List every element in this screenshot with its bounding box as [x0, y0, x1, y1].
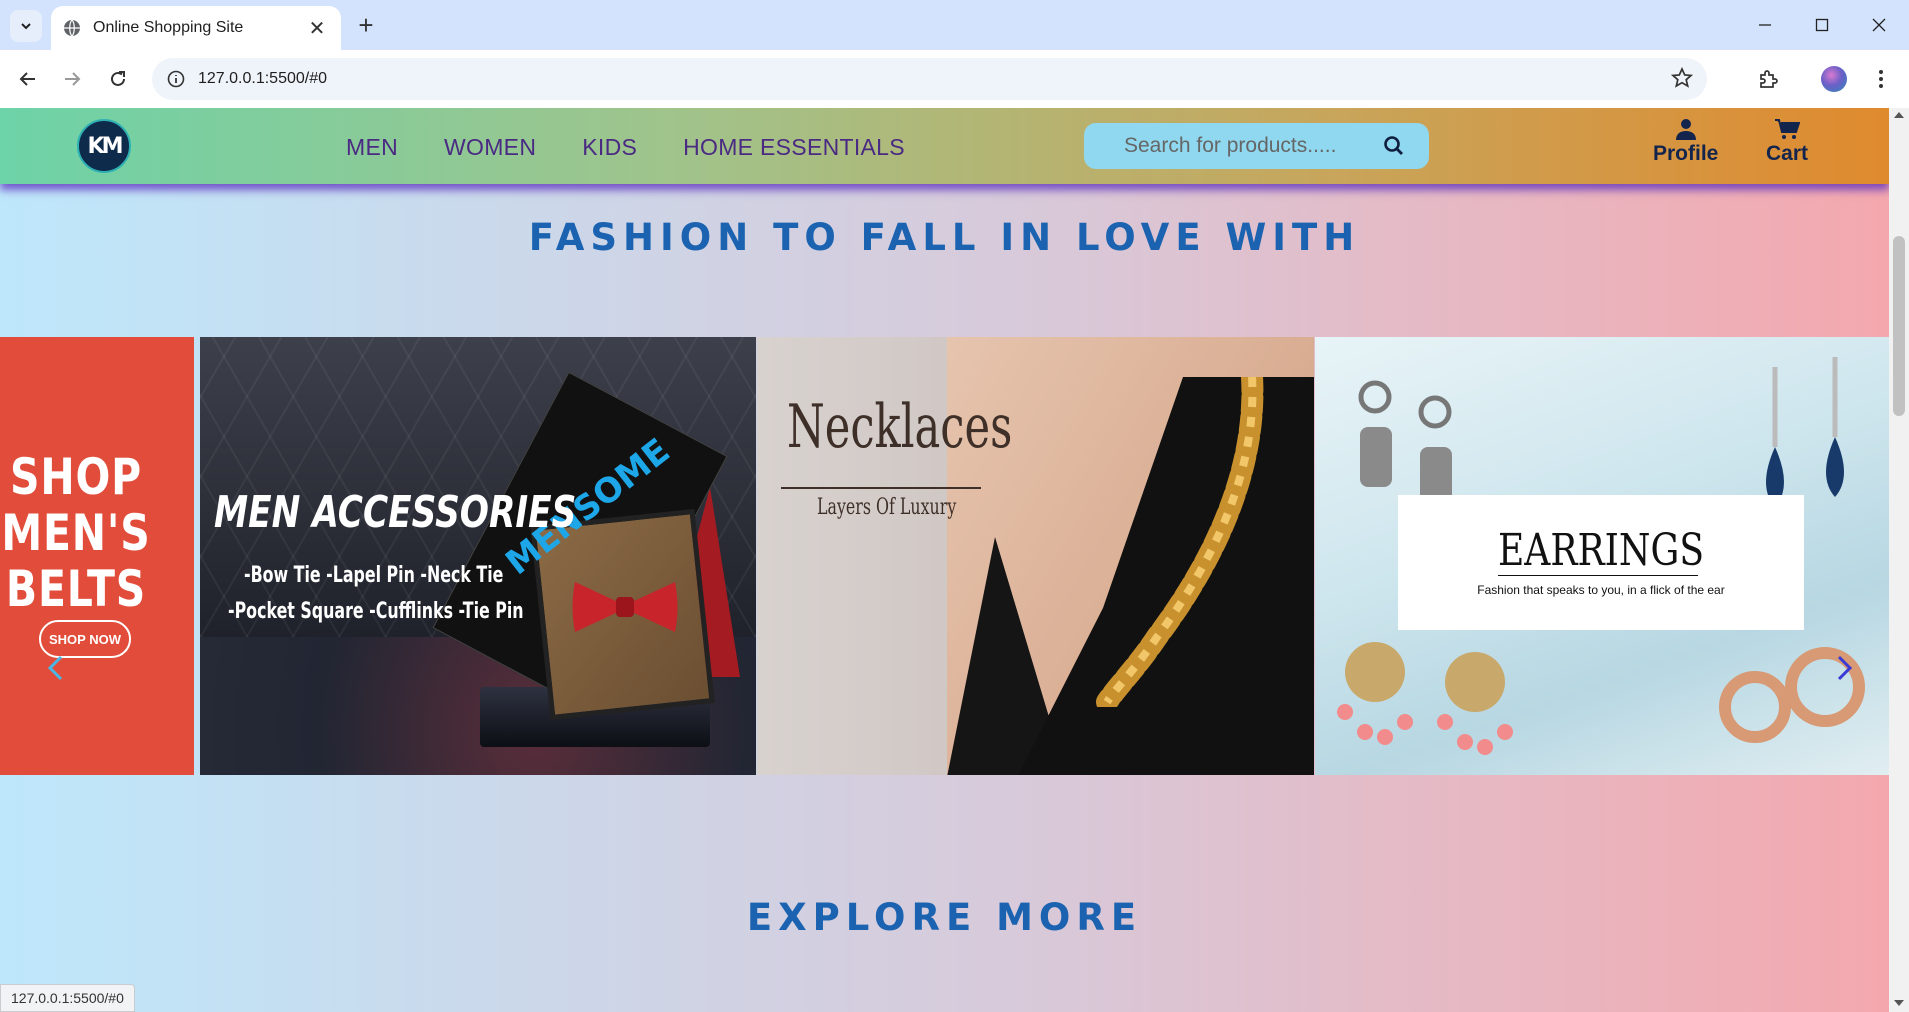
browser-tab-strip: Online Shopping Site ✕ + — [0, 0, 1909, 50]
status-bar: 127.0.0.1:5500/#0 — [0, 984, 135, 1012]
page-viewport: KM MEN WOMEN KIDS HOME ESSENTIALS Profil… — [0, 108, 1889, 1012]
search-input[interactable] — [1124, 134, 1374, 158]
chevron-down-icon — [21, 23, 31, 30]
earrings-card: EARRINGS Fashion that speaks to you, in … — [1398, 495, 1804, 630]
maximize-icon — [1815, 18, 1829, 32]
new-tab-button[interactable]: + — [352, 12, 380, 40]
address-bar[interactable]: 127.0.0.1:5500/#0 — [152, 58, 1707, 100]
browser-menu-button[interactable] — [1865, 63, 1897, 95]
slide-men-accessories[interactable]: MENSOME MEN ACCESSORIES -Bow Tie -Lapel … — [200, 337, 756, 775]
arrow-right-icon — [65, 72, 81, 86]
search-icon[interactable] — [1383, 135, 1405, 157]
bow-tie-icon — [572, 582, 678, 632]
profile-avatar-button[interactable] — [1818, 63, 1850, 95]
nav-link-kids[interactable]: KIDS — [582, 134, 637, 161]
forward-button[interactable] — [56, 63, 88, 95]
slide-mens-belts[interactable]: SHOP MEN'S BELTS SHOP NOW — [0, 337, 194, 775]
scroll-down-arrow-icon[interactable] — [1894, 1000, 1904, 1006]
avatar — [1821, 66, 1847, 92]
maximize-button[interactable] — [1802, 10, 1842, 40]
site-logo[interactable]: KM — [77, 119, 131, 173]
belts-headline: SHOP MEN'S BELTS — [0, 449, 158, 617]
scroll-up-arrow-icon[interactable] — [1894, 112, 1904, 118]
nav-link-men[interactable]: MEN — [346, 134, 398, 161]
cart-label: Cart — [1766, 142, 1809, 165]
tab-close-icon[interactable]: ✕ — [305, 16, 329, 41]
belts-line-1: SHOP MEN'S — [1, 448, 151, 562]
carousel-next-button[interactable] — [1830, 653, 1860, 683]
url-text[interactable]: 127.0.0.1:5500/#0 — [198, 70, 327, 88]
necklaces-divider — [781, 487, 981, 489]
belts-line-2: BELTS — [5, 560, 147, 618]
profile-button[interactable]: Profile — [1653, 118, 1718, 166]
extensions-button[interactable] — [1752, 63, 1784, 95]
earrings-subtitle: Fashion that speaks to you, in a flick o… — [1477, 583, 1725, 597]
chevron-right-icon — [1837, 655, 1853, 681]
browser-toolbar: 127.0.0.1:5500/#0 — [0, 50, 1909, 108]
reload-icon — [111, 71, 125, 86]
tab-search-button[interactable] — [10, 10, 42, 42]
nav-link-home-essentials[interactable]: HOME ESSENTIALS — [683, 134, 905, 161]
earrings-title: EARRINGS — [1497, 525, 1705, 576]
slide-necklaces[interactable]: Necklaces Layers Of Luxury — [757, 337, 1314, 775]
slide-earrings[interactable]: EARRINGS Fashion that speaks to you, in … — [1315, 337, 1889, 775]
close-icon — [1872, 18, 1886, 32]
site-header: KM MEN WOMEN KIDS HOME ESSENTIALS Profil… — [0, 108, 1889, 184]
pink-bead-earrings-icon — [1337, 642, 1513, 755]
user-icon — [1675, 119, 1696, 140]
men-accessories-list-1: -Bow Tie -Lapel Pin -Neck Tie — [244, 563, 504, 588]
hero-title: FASHION TO FALL IN LOVE WITH — [528, 216, 1361, 259]
carousel-prev-button[interactable] — [40, 653, 70, 683]
minimize-button[interactable] — [1745, 10, 1785, 40]
bookmark-star-icon[interactable] — [1671, 67, 1693, 89]
cart-icon — [1775, 119, 1800, 139]
globe-icon — [64, 19, 80, 37]
search-box — [1084, 123, 1429, 169]
back-button[interactable] — [12, 63, 44, 95]
scrollbar-thumb[interactable] — [1893, 236, 1905, 416]
explore-more-title: EXPLORE MORE — [746, 896, 1143, 939]
chevron-left-icon — [47, 655, 63, 681]
necklaces-subtitle: Layers Of Luxury — [817, 495, 957, 520]
close-window-button[interactable] — [1859, 10, 1899, 40]
site-info-icon[interactable] — [164, 67, 188, 91]
tab-title: Online Shopping Site — [93, 19, 244, 36]
arrow-left-icon — [19, 72, 35, 86]
nav-link-women[interactable]: WOMEN — [444, 134, 536, 161]
earrings-divider — [1498, 575, 1698, 576]
logo-text: KM — [87, 133, 124, 159]
kebab-menu-icon — [1879, 70, 1883, 88]
men-accessories-heading: MEN ACCESSORIES — [214, 487, 577, 538]
main-nav: MEN WOMEN KIDS HOME ESSENTIALS — [346, 134, 951, 161]
necklaces-title: Necklaces — [787, 392, 1013, 462]
page-scrollbar[interactable] — [1889, 108, 1909, 1012]
puzzle-icon — [1760, 70, 1778, 88]
gold-chain-icon — [1096, 377, 1264, 707]
hero-carousel: SHOP MEN'S BELTS SHOP NOW MENSOME MEN AC… — [0, 337, 1889, 775]
men-accessories-list-2: -Pocket Square -Cufflinks -Tie Pin — [228, 599, 524, 624]
reload-button[interactable] — [102, 63, 134, 95]
profile-label: Profile — [1653, 142, 1719, 165]
minimize-icon — [1759, 24, 1771, 26]
browser-tab[interactable]: Online Shopping Site ✕ — [51, 6, 341, 50]
cart-button[interactable]: Cart — [1766, 118, 1808, 166]
